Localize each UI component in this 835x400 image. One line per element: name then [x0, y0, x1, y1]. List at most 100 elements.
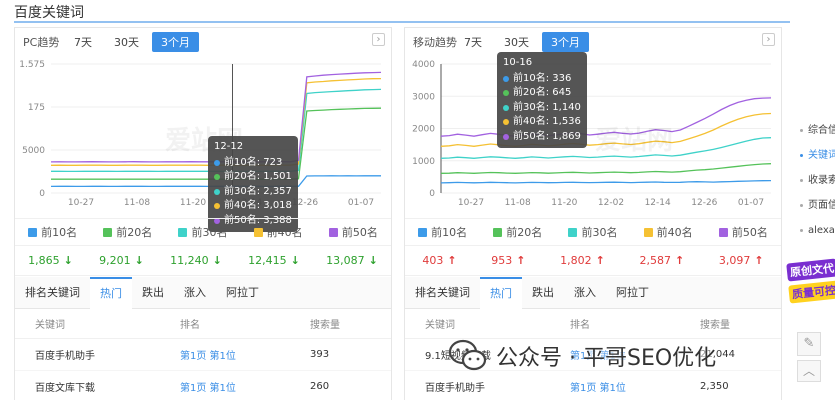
mobile-legend-top30[interactable]: 前30名	[568, 224, 617, 240]
mobile-tab-aladdin[interactable]: 阿拉丁	[606, 277, 659, 309]
mobile-tooltip-dot-icon	[503, 90, 509, 97]
pc-tab-ranked-keywords[interactable]: 排名关键词	[15, 277, 90, 309]
title-underline	[14, 21, 790, 23]
pc-tooltip-row: 前10名: 723	[214, 156, 292, 171]
mobile-totals: 403 ↑ 953 ↑ 1,802 ↑ 2,587 ↑ 3,097 ↑	[405, 246, 781, 276]
pc-keyword-tabs: 排名关键词 热门 跌出 涨入 阿拉丁	[15, 276, 391, 309]
legend-label: 前30名	[191, 226, 228, 239]
mobile-total-top40: 2,587 ↑	[640, 254, 685, 267]
mobile-range-tabs: 7天 30天 3个月	[455, 32, 593, 52]
total-value: 2,587	[639, 254, 672, 267]
pc-range-tab-3m[interactable]: 3个月	[152, 32, 199, 52]
mobile-tab-hot[interactable]: 热门	[480, 276, 522, 309]
total-value: 13,087	[326, 254, 365, 267]
pc-y-tick-label: 5000	[22, 146, 45, 156]
pc-tab-aladdin[interactable]: 阿拉丁	[216, 277, 269, 309]
side-nav-keywords[interactable]: 关键词	[796, 143, 835, 168]
mobile-trend-title: 移动趋势	[413, 36, 457, 49]
row-rank-link[interactable]: 第1页 第1位	[180, 379, 310, 394]
mobile-total-top10: 403 ↑	[422, 254, 456, 267]
legend-swatch-icon	[178, 227, 188, 237]
pc-x-tick-label: 11-20	[180, 198, 206, 208]
side-nav-alexa[interactable]: alexa	[796, 218, 835, 243]
pc-tooltip-dot-icon	[214, 203, 220, 210]
promo-badge[interactable]: 原创文代 质量可控	[786, 255, 835, 313]
pc-legend-top20[interactable]: 前20名	[103, 224, 152, 240]
bullet-icon	[800, 129, 803, 132]
pc-tooltip-value: 前10名: 723	[224, 156, 283, 168]
bullet-icon	[800, 229, 803, 232]
pc-total-top20: 9,201 ↓	[99, 254, 144, 267]
mobile-tab-dropped[interactable]: 跌出	[522, 277, 564, 309]
side-nav-overview[interactable]: 综合信	[796, 118, 835, 143]
arrow-up-icon: ↑	[675, 254, 685, 267]
watermark-text: 公众号 · 平哥SEO优化	[496, 346, 717, 371]
row-volume: 2,350	[700, 381, 729, 392]
pc-tab-dropped[interactable]: 跌出	[132, 277, 174, 309]
legend-swatch-icon	[493, 227, 503, 237]
mobile-x-tick-label: 11-08	[505, 198, 531, 208]
side-nav-page-info[interactable]: 页面信	[796, 193, 835, 218]
pc-y-tick-label: 175	[28, 103, 45, 113]
mobile-tooltip-value: 前30名: 1,140	[513, 101, 581, 113]
legend-label: 前10名	[41, 226, 78, 239]
pc-tooltip-value: 前30名: 2,357	[224, 185, 292, 197]
pc-legend-top40[interactable]: 前40名	[253, 224, 303, 240]
pc-y-tick-label: 0	[39, 189, 45, 199]
pc-table-header: 关键词 排名 搜索量	[15, 309, 391, 339]
pc-legend-top30[interactable]: 前30名	[178, 224, 227, 240]
pc-range-tab-30d[interactable]: 30天	[105, 32, 148, 52]
pc-range-tab-7d[interactable]: 7天	[65, 32, 101, 52]
pc-tooltip-row: 前20名: 1,501	[214, 170, 292, 185]
row-rank-link[interactable]: 第1页 第1位	[180, 347, 310, 362]
mobile-legend-top50[interactable]: 前50名	[718, 224, 768, 240]
mobile-range-tab-7d[interactable]: 7天	[455, 32, 491, 52]
pc-x-tick-label: 10-27	[68, 198, 94, 208]
pc-tooltip-value: 前20名: 1,501	[224, 171, 292, 182]
row-rank-link[interactable]: 第1页 第1位	[570, 379, 700, 394]
pc-chevron-right-icon[interactable]: ›	[372, 33, 385, 46]
mobile-legend-top20[interactable]: 前20名	[493, 224, 542, 240]
mobile-tooltip-dot-icon	[503, 119, 509, 126]
mobile-tooltip-dot-icon	[503, 104, 509, 111]
header-rank: 排名	[180, 320, 200, 331]
mobile-x-tick-label: 12-26	[691, 198, 717, 208]
mobile-tab-gained[interactable]: 涨入	[564, 277, 606, 309]
row-volume: 260	[310, 381, 330, 392]
pc-tooltip-dot-icon	[214, 174, 220, 181]
mobile-tooltip-row: 前10名: 336	[503, 72, 581, 87]
mobile-series-line-1[interactable]	[440, 179, 772, 184]
row-keyword: 百度文库下载	[35, 383, 95, 394]
legend-swatch-icon	[718, 227, 728, 237]
mobile-chevron-right-icon[interactable]: ›	[762, 33, 775, 46]
pc-total-top40: 12,415 ↓	[248, 254, 300, 267]
pc-tab-gained[interactable]: 涨入	[174, 277, 216, 309]
side-nav-label: 页面信	[808, 200, 835, 211]
legend-swatch-icon	[568, 227, 578, 237]
mobile-tooltip-value: 前10名: 336	[513, 72, 572, 84]
pencil-icon[interactable]: ✎	[797, 332, 821, 356]
wechat-icon	[448, 339, 487, 371]
page-root: { "page_title": "百度关键词", "range_tabs": […	[0, 0, 835, 400]
mobile-series-line-2[interactable]	[440, 163, 772, 174]
pc-tooltip-dot-icon	[214, 188, 220, 195]
side-nav-label: 综合信	[808, 125, 835, 136]
legend-label: 前50名	[731, 226, 768, 239]
mobile-range-tab-30d[interactable]: 30天	[495, 32, 538, 52]
pc-tab-hot[interactable]: 热门	[90, 276, 132, 309]
pc-legend-top10[interactable]: 前10名	[28, 224, 77, 240]
mobile-tooltip-row: 前30名: 1,140	[503, 101, 581, 116]
mobile-legend-top40[interactable]: 前40名	[643, 224, 693, 240]
mobile-tooltip-value: 前20名: 645	[513, 87, 572, 98]
arrow-down-icon: ↓	[212, 254, 222, 267]
legend-label: 前20名	[116, 226, 153, 239]
mobile-range-tab-3m[interactable]: 3个月	[542, 32, 589, 52]
legend-label: 前50名	[341, 226, 378, 239]
mobile-trend-chart[interactable]: 0 1000 2000 3000 4000 10-27 11-08 11-20 12-02 12-…	[405, 54, 781, 218]
pc-legend-top50[interactable]: 前50名	[328, 224, 378, 240]
mobile-legend-top10[interactable]: 前10名	[418, 224, 467, 240]
side-nav-index[interactable]: 收录索	[796, 168, 835, 193]
back-to-top-icon[interactable]: ︿	[797, 360, 821, 382]
mobile-tab-ranked-keywords[interactable]: 排名关键词	[405, 277, 480, 309]
mobile-tooltip-row: 前20名: 645	[503, 86, 581, 101]
